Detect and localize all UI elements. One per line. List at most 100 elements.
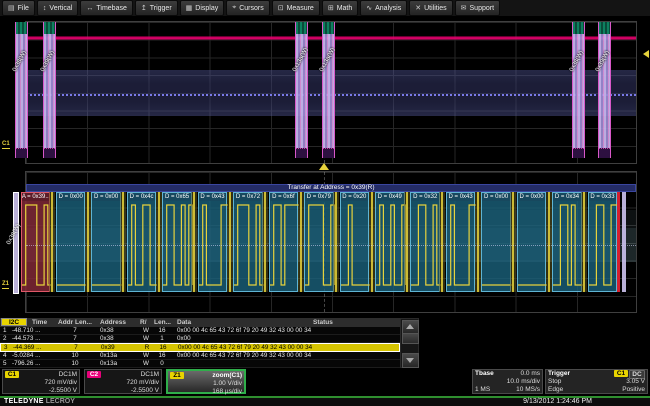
support-bubble-icon: ✉ [461, 4, 467, 12]
menu-trigger-button[interactable]: ↥Trigger [135, 0, 178, 16]
ack-pulse [583, 192, 585, 292]
data-decode-box: D = 0x79 [304, 192, 334, 292]
cell-num: 4 [3, 352, 11, 360]
menu-label: Trigger [150, 5, 172, 12]
menu-display-button[interactable]: ▦Display [180, 0, 225, 16]
timebase-descriptor[interactable]: Tbase 0.0 ms 10.0 ms/div 1 MS 10 MS/s [472, 369, 543, 394]
datetime: 9/13/2012 1:24:46 PM [523, 398, 592, 406]
vertical-arrows-icon: ↕ [43, 5, 47, 12]
stop-condition-bar [617, 192, 620, 292]
data-decode-box: D = 0x65 [162, 192, 192, 292]
decode-table-row[interactable]: 3-44.369 ...70x39R160x00 00 4c 65 43 72 … [0, 343, 400, 351]
scroll-thumb[interactable] [402, 333, 419, 344]
table-scrollbar[interactable] [400, 318, 419, 368]
burst-foot [296, 148, 307, 158]
sda-waveform [270, 193, 300, 293]
zoom-waveform-grid[interactable]: Transfer at Address = 0x39(R) A = 0x39..… [0, 171, 650, 318]
menu-support-button[interactable]: ✉Support [455, 0, 500, 16]
column-header[interactable]: R/ [140, 318, 147, 327]
calculator-icon: ⊞ [328, 4, 334, 12]
trigger-level-marker-icon[interactable] [643, 50, 649, 58]
column-header[interactable]: Time [32, 318, 47, 327]
cell-data: 0x00 [177, 335, 311, 343]
cell-addr_len: 10 [58, 352, 92, 360]
z1-ground-marker: Z1 [2, 281, 9, 289]
column-header[interactable]: Data [177, 318, 191, 327]
i2c-burst: 0x13a(W) [322, 22, 335, 158]
decode-table-row[interactable]: 1-48.710 ...70x38W160x00 00 4c 65 43 72 … [0, 327, 400, 335]
sda-waveform [128, 193, 158, 293]
column-header[interactable]: Address [100, 318, 126, 327]
burst-cap [573, 22, 584, 34]
address-decode-box: A = 0x39.. [21, 192, 51, 292]
ack-pulse [51, 192, 53, 292]
menu-analysis-button[interactable]: ∿Analysis [360, 0, 407, 16]
scroll-down-button[interactable] [402, 353, 419, 368]
scroll-up-button[interactable] [402, 320, 419, 334]
menu-cursors-button[interactable]: ⌖Cursors [226, 0, 269, 16]
main-waveform-grid[interactable]: 0x38(W)0x39(W)0x13a(W)0x13a(W)0x38(W)0x3… [0, 20, 650, 170]
i2c-burst: 0x39(W) [43, 22, 56, 158]
trigger-mode: Stop [548, 378, 561, 386]
ack-pulse [406, 192, 408, 292]
trigger-label: Trigger [548, 370, 570, 378]
burst-foot [16, 148, 27, 158]
decode-table-row[interactable]: 2-44.573 ...70x38W10x00 [0, 335, 400, 343]
ack-pulse [548, 192, 550, 292]
menu-bar: ▤File↕Vertical↔Timebase↥Trigger▦Display⌖… [0, 0, 650, 18]
menu-utilities-button[interactable]: ✕Utilities [409, 0, 452, 16]
ack-pulse [477, 192, 479, 292]
menu-timebase-button[interactable]: ↔Timebase [80, 0, 132, 16]
column-header[interactable]: Addr Len... [58, 318, 92, 327]
c2-offset: -2.5500 V [87, 387, 159, 395]
menu-file-button[interactable]: ▤File [2, 0, 35, 16]
cell-time: -5.0284 ... [12, 352, 56, 360]
sda-waveform [553, 193, 583, 293]
cell-len: 16 [152, 352, 172, 360]
restart-condition-bar [622, 192, 626, 292]
menu-label: Timebase [96, 5, 126, 12]
trigger-descriptor[interactable]: Trigger C1 DC Stop 3.05 V Edge Positive [545, 369, 648, 394]
sda-waveform [376, 193, 406, 293]
dotted-level-line [26, 245, 636, 246]
sda-waveform [92, 193, 122, 293]
trigger-level: 3.05 V [626, 378, 645, 386]
tbase-scale: 10.0 ms/div [507, 378, 540, 386]
c1-coupling: DC1M [59, 371, 77, 379]
trigger-time-marker-icon[interactable] [319, 163, 329, 170]
data-decode-box: D = 0x00 [91, 192, 121, 292]
ack-pulse [122, 192, 124, 292]
sda-waveform [518, 193, 548, 293]
c1-descriptor[interactable]: C1 DC1M 720 mV/div -2.5500 V [2, 369, 80, 394]
data-decode-box: D = 0x72 [233, 192, 263, 292]
c2-descriptor[interactable]: C2 DC1M 720 mV/div -2.5500 V [84, 369, 162, 394]
i2c-burst: 0x38(W) [572, 22, 585, 158]
sda-waveform [411, 193, 441, 293]
ack-pulse [158, 192, 160, 292]
cell-data: 0x00 00 4c 65 43 72 6f 79 20 49 32 43 00… [177, 352, 311, 360]
down-arrow-icon [406, 358, 414, 363]
menu-measure-button[interactable]: ⊡Measure [272, 0, 320, 16]
column-header[interactable]: Status [313, 318, 333, 327]
menu-vertical-button[interactable]: ↕Vertical [37, 0, 78, 16]
analysis-wave-icon: ∿ [366, 4, 372, 12]
cell-time: -796.26 ... [12, 360, 56, 368]
data-decode-box: D = 0x49 [375, 192, 405, 292]
sda-waveform [22, 193, 52, 293]
cell-addr_len: 10 [58, 360, 92, 368]
z1-descriptor[interactable]: Z1 zoom(C1) 1.00 V/div 168 µs/div [166, 369, 246, 394]
column-header[interactable]: Len... [154, 318, 171, 327]
data-decode-box: D = 0x33 [588, 192, 618, 292]
menu-label: Measure [287, 5, 314, 12]
cell-addr_len: 7 [58, 335, 92, 343]
burst-label: 0x13a(W) [292, 47, 310, 73]
trigger-slope: Positive [622, 386, 645, 394]
tools-icon: ✕ [415, 4, 421, 12]
cursor-crosshair-icon: ⌖ [232, 4, 236, 12]
decode-table-row[interactable]: 5-796.26 ...100x13aW0 [0, 360, 400, 368]
protocol-tag: I2C [1, 318, 27, 326]
c2-tag: C2 [87, 371, 101, 378]
burst-cap [44, 22, 55, 34]
decode-table-row[interactable]: 4-5.0284 ...100x13aW160x00 00 4c 65 43 7… [0, 352, 400, 360]
menu-math-button[interactable]: ⊞Math [322, 0, 358, 16]
